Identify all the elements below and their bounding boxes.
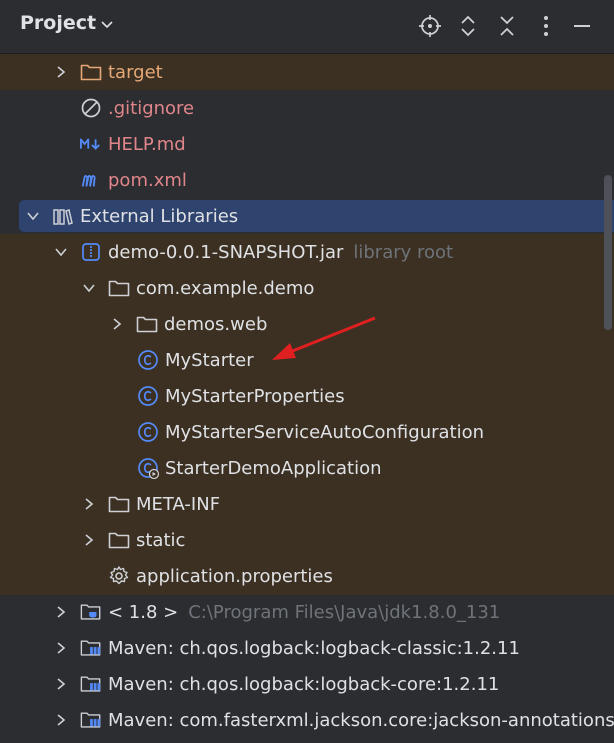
tree-item-label: < 1.8 >	[108, 601, 179, 623]
tree-item-label: pom.xml	[108, 169, 187, 191]
tree-item-label: Maven: ch.qos.logback:logback-core:1.2.1…	[108, 673, 500, 695]
tree-item-mystarter-properties[interactable]: MyStarterProperties	[0, 378, 614, 414]
chevron-right-icon[interactable]	[80, 495, 98, 513]
tree-item-label: MyStarterServiceAutoConfiguration	[165, 421, 485, 443]
class-icon	[137, 349, 159, 371]
tree-item-demo-jar[interactable]: demo-0.0.1-SNAPSHOT.jar library root	[0, 234, 614, 270]
minimize-icon[interactable]	[568, 12, 596, 40]
folder-icon	[108, 493, 130, 515]
tree-item-label: demo-0.0.1-SNAPSHOT.jar	[108, 241, 344, 263]
tree-item-label: MyStarter	[165, 349, 254, 371]
tree-item-label: Maven: com.fasterxml.jackson.core:jackso…	[108, 709, 614, 731]
tree-item-mystarter[interactable]: MyStarter	[0, 342, 614, 378]
tree-item-jackson-annotations[interactable]: Maven: com.fasterxml.jackson.core:jackso…	[0, 702, 614, 738]
tree-item-label: com.example.demo	[136, 277, 315, 299]
markdown-icon	[80, 133, 102, 155]
tree-item-com-example-demo[interactable]: com.example.demo	[0, 270, 614, 306]
tree-item-meta-inf[interactable]: META-INF	[0, 486, 614, 522]
jdk-path-hint: C:\Program Files\Java\jdk1.8.0_131	[188, 601, 501, 623]
tree-item-gitignore[interactable]: .gitignore	[0, 90, 614, 126]
tree-item-jdk[interactable]: < 1.8 > C:\Program Files\Java\jdk1.8.0_1…	[0, 594, 614, 630]
runnable-class-icon	[137, 457, 159, 479]
locate-file-icon[interactable]	[416, 12, 444, 40]
project-header: Project	[0, 0, 614, 54]
ignored-file-icon	[80, 97, 102, 119]
maven-icon	[80, 169, 102, 191]
tree-item-label: demos.web	[164, 313, 268, 335]
tree-item-label: StarterDemoApplication	[165, 457, 382, 479]
tree-item-demos-web[interactable]: demos.web	[0, 306, 614, 342]
tree-item-label: static	[136, 529, 186, 551]
library-root-hint: library root	[353, 241, 454, 263]
chevron-right-icon[interactable]	[52, 711, 70, 729]
library-folder-icon	[80, 637, 102, 659]
tree-item-label: Maven: ch.qos.logback:logback-classic:1.…	[108, 637, 520, 659]
chevron-down-icon[interactable]	[52, 243, 70, 261]
project-tool-window: Project target .gitignore HELP.md pom.xm…	[0, 0, 614, 743]
expand-all-icon[interactable]	[454, 12, 482, 40]
tree-item-label: target	[108, 61, 163, 83]
collapse-all-icon[interactable]	[493, 12, 521, 40]
folder-icon	[80, 61, 102, 83]
chevron-right-icon[interactable]	[80, 531, 98, 549]
chevron-right-icon[interactable]	[52, 675, 70, 693]
chevron-right-icon[interactable]	[108, 315, 126, 333]
chevron-right-icon[interactable]	[52, 639, 70, 657]
panel-title[interactable]: Project	[20, 12, 96, 34]
chevron-down-icon[interactable]	[24, 207, 42, 225]
tree-item-logback-classic[interactable]: Maven: ch.qos.logback:logback-classic:1.…	[0, 630, 614, 666]
class-icon	[137, 385, 159, 407]
chevron-down-icon[interactable]	[80, 279, 98, 297]
tree-item-label: HELP.md	[108, 133, 186, 155]
tree-item-label: .gitignore	[108, 97, 195, 119]
tree-item-label: External Libraries	[80, 205, 239, 227]
library-icon	[52, 205, 74, 227]
jar-archive-icon	[80, 241, 102, 263]
tree-item-static[interactable]: static	[0, 522, 614, 558]
tree-item-label: MyStarterProperties	[165, 385, 345, 407]
tree-item-pom-xml[interactable]: pom.xml	[0, 162, 614, 198]
more-options-icon[interactable]	[532, 12, 560, 40]
tree-item-label: application.properties	[136, 565, 333, 587]
library-folder-icon	[80, 673, 102, 695]
tree-item-mystarter-service-auto-configuration[interactable]: MyStarterServiceAutoConfiguration	[0, 414, 614, 450]
tree-item-logback-core[interactable]: Maven: ch.qos.logback:logback-core:1.2.1…	[0, 666, 614, 702]
tree-item-help-md[interactable]: HELP.md	[0, 126, 614, 162]
gear-icon	[108, 565, 130, 587]
library-folder-icon	[80, 709, 102, 731]
tree-item-application-properties[interactable]: application.properties	[0, 558, 614, 594]
tree-item-starter-demo-application[interactable]: StarterDemoApplication	[0, 450, 614, 486]
chevron-right-icon[interactable]	[52, 603, 70, 621]
jdk-folder-icon	[80, 601, 102, 623]
chevron-down-icon[interactable]	[100, 17, 114, 36]
tree-item-label: META-INF	[136, 493, 221, 515]
class-icon	[137, 421, 159, 443]
tree-item-external-libraries[interactable]: External Libraries	[0, 198, 614, 234]
chevron-right-icon[interactable]	[52, 63, 70, 81]
package-folder-icon	[136, 313, 158, 335]
vertical-scrollbar[interactable]	[604, 175, 612, 330]
package-folder-icon	[108, 277, 130, 299]
folder-icon	[108, 529, 130, 551]
tree-item-target[interactable]: target	[0, 54, 614, 90]
